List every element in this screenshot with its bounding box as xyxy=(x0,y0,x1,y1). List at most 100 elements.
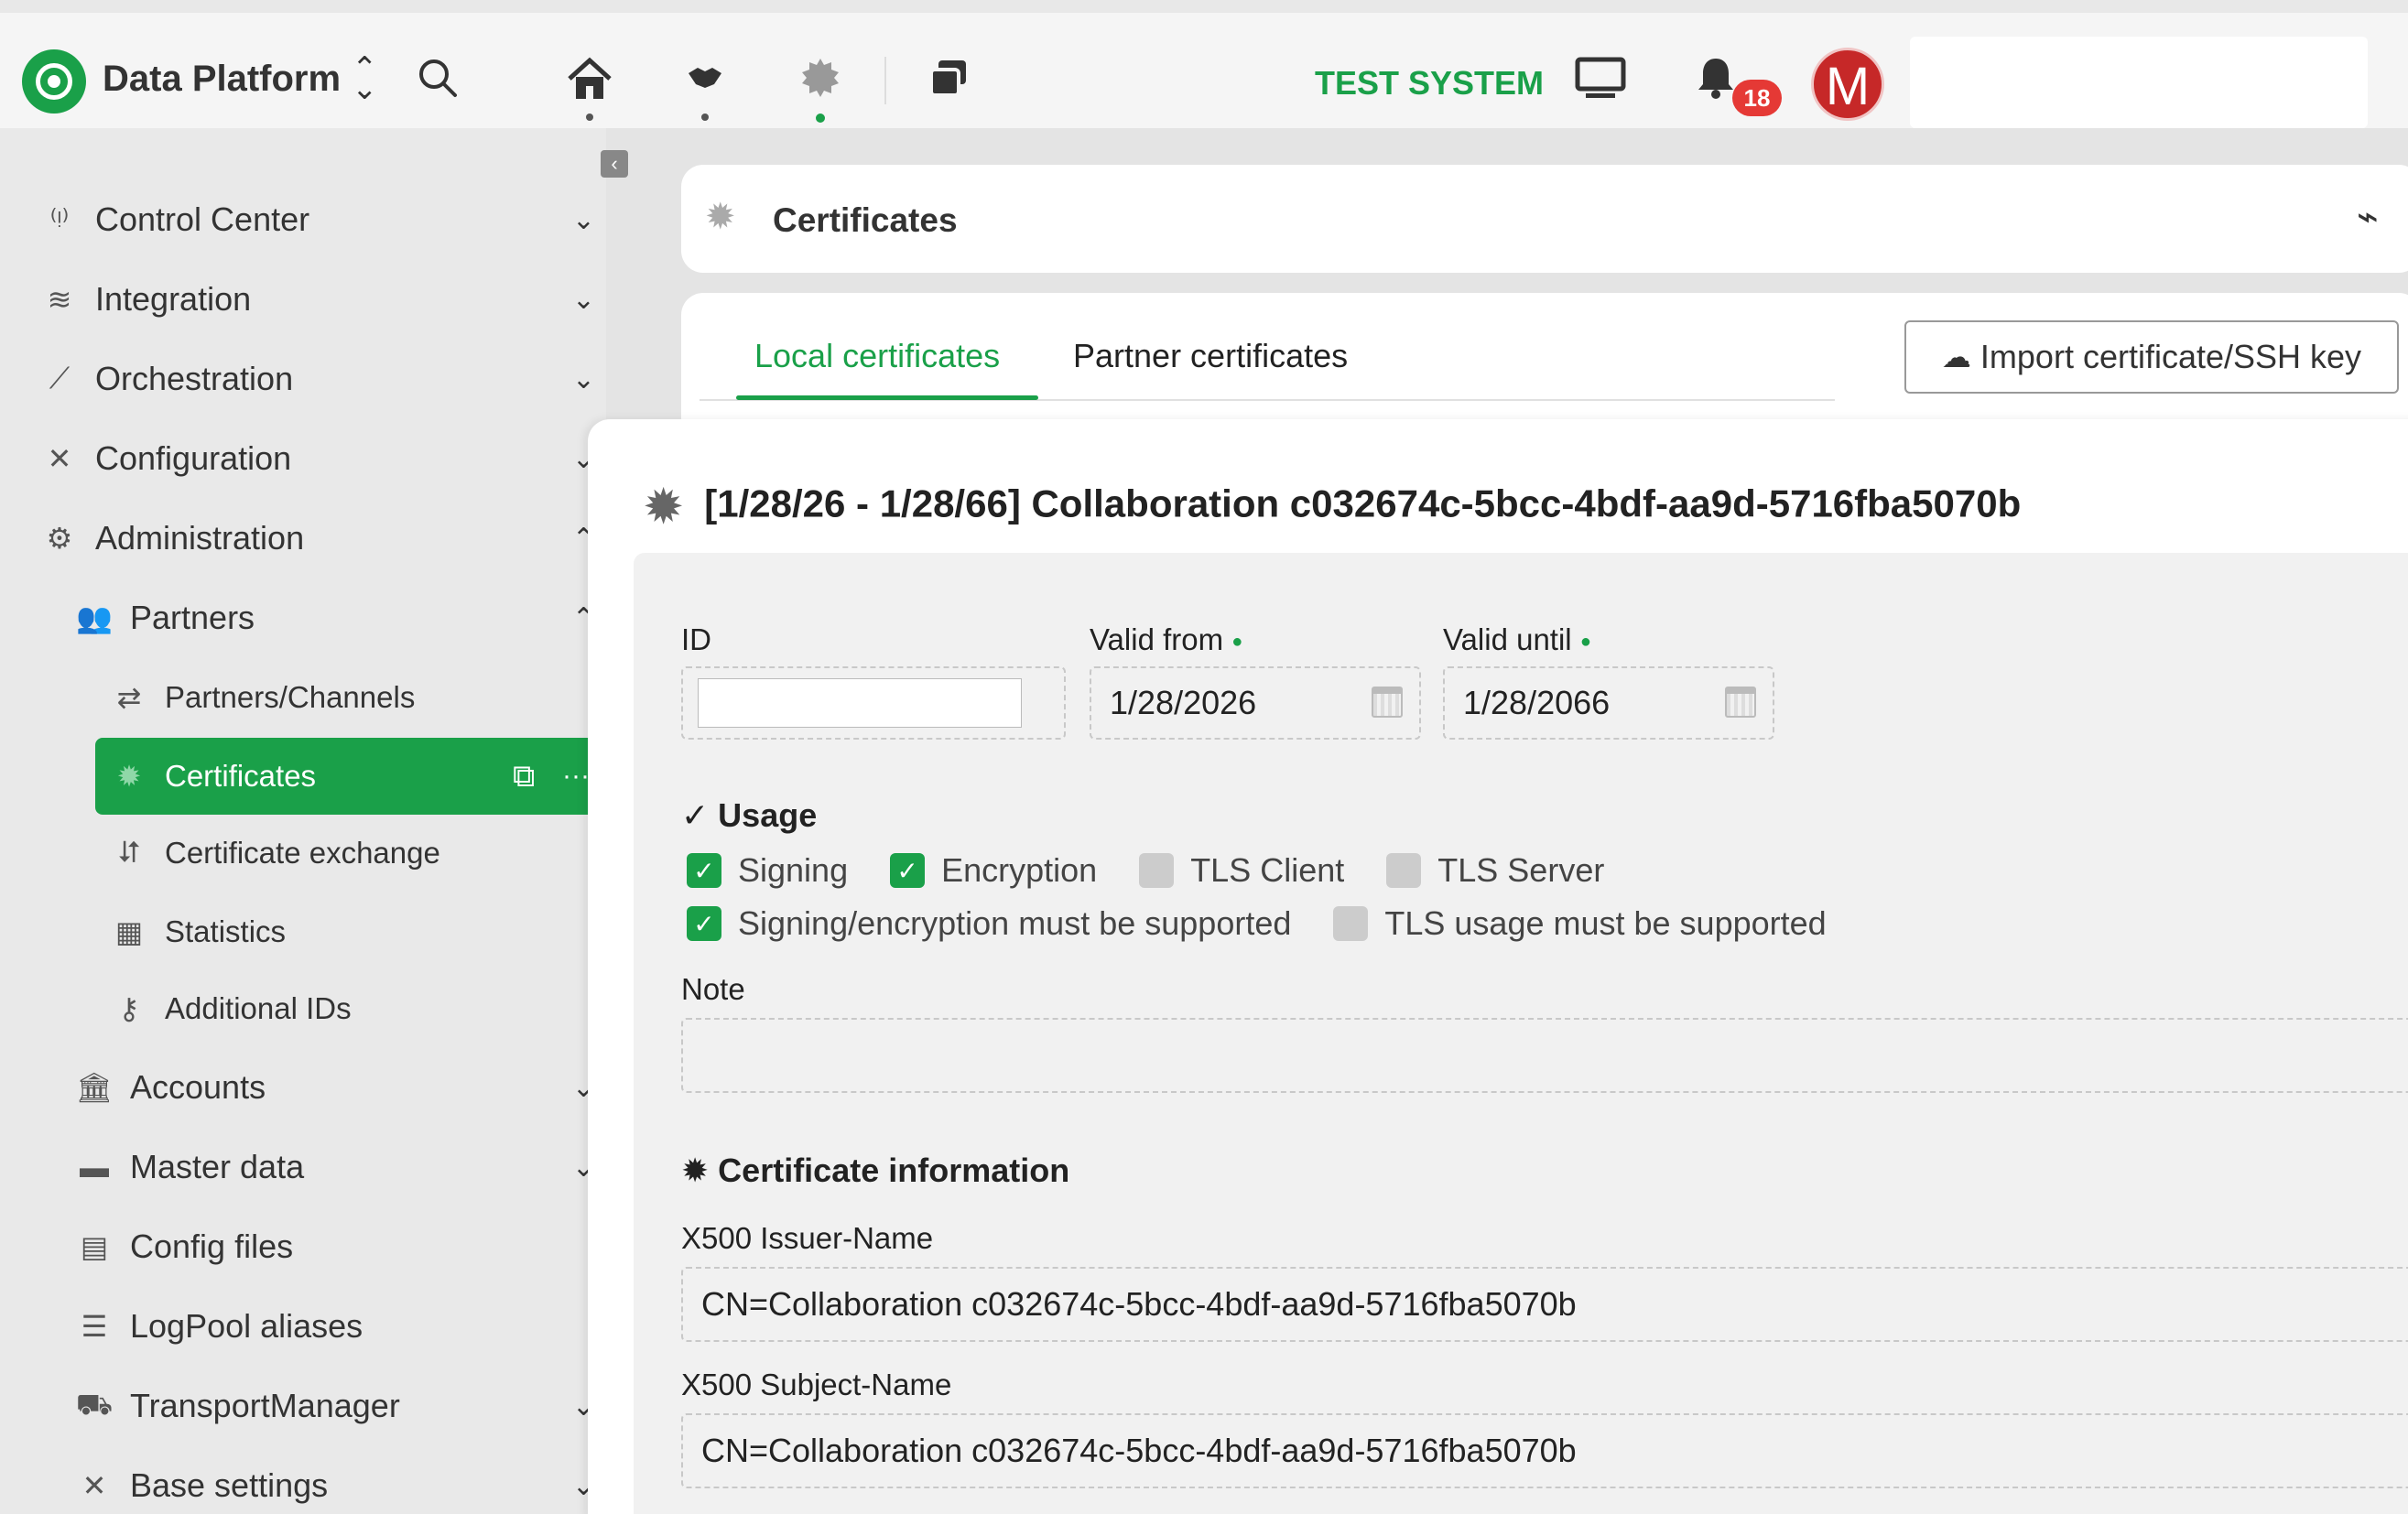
tls-client-checkbox[interactable]: TLS Client xyxy=(1139,851,1344,890)
sidebar-item-statistics[interactable]: ▦ Statistics xyxy=(106,904,286,959)
avatar[interactable]: M xyxy=(1811,48,1884,121)
subject-value: CN=Collaboration c032674c-5bcc-4bdf-aa9d… xyxy=(701,1432,1577,1469)
sidebar-item-base-settings[interactable]: ✕ Base settings ⌄ xyxy=(71,1458,595,1513)
certificate-icon[interactable] xyxy=(793,57,848,123)
search-icon[interactable] xyxy=(410,57,465,109)
handshake-icon[interactable] xyxy=(678,57,732,121)
truck-icon: ⛟ xyxy=(75,1387,114,1421)
certificates-panel-header: ✹ Certificates ⌁ xyxy=(681,165,2408,273)
more-icon[interactable]: ··· xyxy=(562,761,590,792)
signing-checkbox[interactable]: ✓ Signing xyxy=(687,851,848,890)
certificate-info-section-title: ✹ Certificate information xyxy=(681,1152,1070,1189)
chevron-down-icon: ⌄ xyxy=(571,284,595,315)
users-icon: 👥 xyxy=(76,601,113,634)
tab-local-certificates[interactable]: Local certificates xyxy=(754,337,1000,375)
sidebar-item-additional-ids[interactable]: ⚷ Additional IDs xyxy=(106,981,351,1036)
tls-server-checkbox[interactable]: TLS Server xyxy=(1386,851,1604,890)
sidebar-item-certificates[interactable]: ✹ Certificates ⧉ ··· xyxy=(106,749,591,804)
folder-icon: ▬ xyxy=(80,1150,109,1184)
sidebar-item-administration[interactable]: ⚙ Administration ⌃ xyxy=(37,511,595,566)
sidebar-item-accounts[interactable]: 🏛 Accounts ⌄ xyxy=(71,1060,595,1115)
sidebar-item-logpool-aliases[interactable]: ☰ LogPool aliases xyxy=(71,1299,363,1354)
sidebar-item-label: LogPool aliases xyxy=(130,1307,363,1345)
tls-required-checkbox[interactable]: TLS usage must be supported xyxy=(1333,904,1827,943)
subject-field[interactable]: CN=Collaboration c032674c-5bcc-4bdf-aa9d… xyxy=(681,1413,2408,1488)
sidebar-item-label: Config files xyxy=(130,1227,294,1265)
note-field[interactable] xyxy=(681,1018,2408,1093)
windows-icon[interactable] xyxy=(921,57,976,109)
sidebar-item-integration[interactable]: ≋ Integration ⌄ xyxy=(37,272,595,327)
key-icon: ⚷ xyxy=(118,992,140,1025)
calendar-icon[interactable] xyxy=(1725,687,1756,718)
calendar-icon[interactable] xyxy=(1372,687,1403,718)
subject-label: X500 Subject-Name xyxy=(681,1368,952,1401)
notification-badge: 18 xyxy=(1732,80,1782,116)
sidebar-item-orchestration[interactable]: ⟋ Orchestration ⌄ xyxy=(37,351,595,406)
sidebar-item-config-files[interactable]: ▤ Config files xyxy=(71,1219,293,1274)
sidebar-item-transportmanager[interactable]: ⛟ TransportManager ⌄ xyxy=(71,1379,595,1433)
environment-label: TEST SYSTEM xyxy=(1315,64,1545,102)
sidebar-item-label: Base settings xyxy=(130,1466,329,1504)
sidebar-item-configuration[interactable]: ✕ Configuration ⌄ xyxy=(37,431,595,486)
page-title: Certificates xyxy=(773,201,958,239)
issuer-field[interactable]: CN=Collaboration c032674c-5bcc-4bdf-aa9d… xyxy=(681,1267,2408,1342)
import-certificate-button[interactable]: ☁ Import certificate/SSH key xyxy=(1904,320,2399,394)
valid-from-label: Valid from ● xyxy=(1090,622,1243,656)
valid-until-field[interactable]: 1/28/2066 xyxy=(1443,666,1774,740)
active-tab-indicator xyxy=(736,395,1038,400)
monitor-icon[interactable] xyxy=(1573,57,1628,109)
app-title[interactable]: Data Platform xyxy=(103,59,341,100)
import-button-label: Import certificate/SSH key xyxy=(1980,338,2362,375)
sidebar-item-master-data[interactable]: ▬ Master data ⌄ xyxy=(71,1140,595,1195)
issuer-value: CN=Collaboration c032674c-5bcc-4bdf-aa9d… xyxy=(701,1285,1577,1323)
cloud-upload-icon: ☁ xyxy=(1941,341,1971,373)
sidebar-item-control-center[interactable]: ⁽ᵎ⁾ Control Center ⌄ xyxy=(37,192,595,247)
certificate-detail-panel: ✹ [1/28/26 - 1/28/66] Collaboration c0326… xyxy=(588,419,2408,1514)
top-search-field[interactable] xyxy=(1910,37,2368,128)
wrench-icon: ✕ xyxy=(81,1469,107,1502)
signing-required-checkbox[interactable]: ✓ Signing/encryption must be supported xyxy=(687,904,1291,943)
issuer-label: X500 Issuer-Name xyxy=(681,1221,934,1255)
valid-from-value: 1/28/2026 xyxy=(1110,684,1257,721)
antenna-icon: ⁽ᵎ⁾ xyxy=(49,203,70,236)
file-icon: ▤ xyxy=(80,1230,109,1263)
id-input[interactable] xyxy=(698,678,1022,728)
layers-icon: ≋ xyxy=(47,283,72,316)
activity-icon[interactable]: ⌁ xyxy=(2357,196,2379,238)
app-logo[interactable] xyxy=(22,49,86,114)
certificate-detail-title: ✹ [1/28/26 - 1/28/66] Collaboration c0326… xyxy=(643,478,2021,535)
toolbar-divider xyxy=(884,57,886,104)
swap-icon: ⮃ xyxy=(117,836,141,869)
collapse-sidebar-button[interactable]: ‹ xyxy=(601,150,628,178)
usage-checkbox-row-2: ✓ Signing/encryption must be supported TL… xyxy=(687,904,1869,943)
certificate-icon: ✹ xyxy=(643,480,685,535)
sidebar-item-label: Orchestration xyxy=(95,360,294,397)
home-icon[interactable] xyxy=(562,57,617,121)
calendar-icon: ▦ xyxy=(114,915,144,948)
sidebar-item-label: Certificates xyxy=(165,759,317,793)
valid-from-field[interactable]: 1/28/2026 xyxy=(1090,666,1421,740)
chevron-down-icon: ⌄ xyxy=(571,363,595,395)
detail-title-text: [1/28/26 - 1/28/66] Collaboration c03267… xyxy=(704,481,2022,525)
certificate-icon: ✹ xyxy=(681,1152,710,1189)
chevron-down-icon: ⌄ xyxy=(571,204,595,235)
sidebar-item-label: Statistics xyxy=(165,914,287,948)
server-icon: ☰ xyxy=(81,1310,108,1343)
note-label: Note xyxy=(681,972,745,1006)
gears-icon: ⚙ xyxy=(46,522,73,555)
id-field[interactable] xyxy=(681,666,1066,740)
tab-partner-certificates[interactable]: Partner certificates xyxy=(1073,337,1348,375)
valid-until-value: 1/28/2066 xyxy=(1463,684,1611,721)
sidebar-item-partners[interactable]: 👥 Partners ⌃ xyxy=(71,590,595,645)
sidebar-item-label: Administration xyxy=(95,519,305,557)
open-external-icon[interactable]: ⧉ xyxy=(513,759,535,795)
sidebar-item-label: Control Center xyxy=(95,200,310,238)
certificate-icon: ✹ xyxy=(705,197,736,237)
sidebar-item-certificate-exchange[interactable]: ⮃ Certificate exchange xyxy=(106,826,440,881)
encryption-checkbox[interactable]: ✓ Encryption xyxy=(890,851,1097,890)
app-switcher-icon[interactable]: ⌃ ⌄ xyxy=(352,53,378,104)
certificate-icon: ✹ xyxy=(116,760,142,793)
sidebar-item-partners-channels[interactable]: ⇄ Partners/Channels xyxy=(106,670,416,725)
exchange-arrows-icon: ⇄ xyxy=(116,681,142,714)
magic-wand-icon: ⟋ xyxy=(49,362,71,395)
